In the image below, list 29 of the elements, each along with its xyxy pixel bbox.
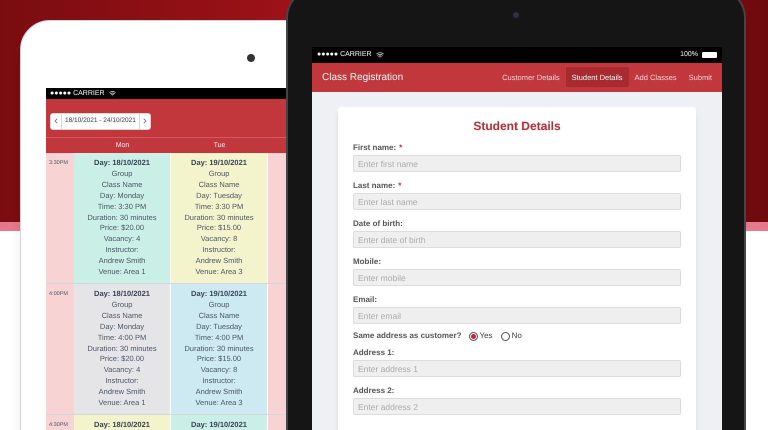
app-title: Class Registration xyxy=(322,70,404,85)
field-label: Same address as customer? xyxy=(353,331,462,341)
camera-icon xyxy=(247,54,255,62)
wifi-icon xyxy=(376,50,384,59)
field-label: Email: xyxy=(353,295,378,305)
radio-label: No xyxy=(512,331,522,341)
battery-icon xyxy=(702,52,717,58)
text-field[interactable]: Enter address 2 xyxy=(353,398,681,415)
camera-icon xyxy=(513,12,519,18)
text-field[interactable]: Enter date of birth xyxy=(353,231,681,248)
text-field[interactable]: Enter mobile xyxy=(353,269,681,286)
chevron-left-icon xyxy=(52,117,60,125)
field-label: Address 2: xyxy=(353,386,394,396)
field-label: First name: xyxy=(353,143,396,153)
required-mark: * xyxy=(398,181,402,191)
wifi-icon xyxy=(108,90,116,97)
radio-label: Yes xyxy=(480,331,493,341)
field-label: Last name: xyxy=(353,181,396,191)
field-label: Date of birth: xyxy=(353,219,403,229)
text-field[interactable]: Enter first name xyxy=(353,155,681,172)
field-label: Mobile: xyxy=(353,257,381,267)
form-title: Student Details xyxy=(472,119,562,133)
field-label: Address 1: xyxy=(353,348,394,358)
radio-button[interactable] xyxy=(468,332,478,340)
required-mark: * xyxy=(399,143,402,153)
radio-button[interactable] xyxy=(500,332,510,340)
text-field[interactable]: Enter address 1 xyxy=(353,360,681,377)
text-field[interactable]: Enter last name xyxy=(353,193,681,210)
text-field[interactable]: Enter email xyxy=(353,307,681,324)
